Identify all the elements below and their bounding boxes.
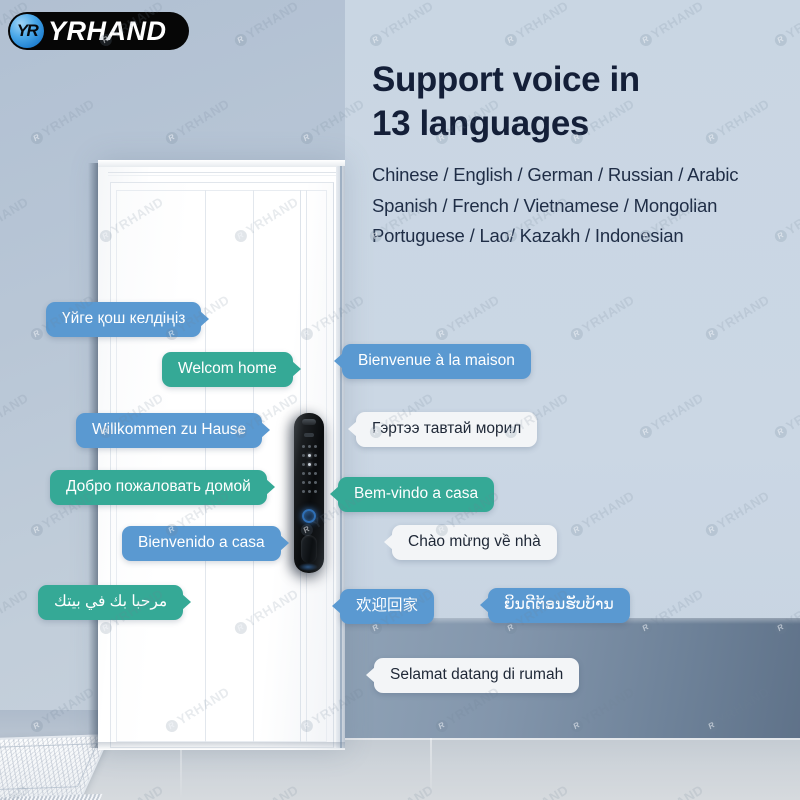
lock-keypad-dot[interactable]	[302, 490, 305, 493]
speech-bubble-vietnamese: Chào mừng về nhà	[392, 525, 557, 560]
speech-bubble-text: ຍິນດີຕ້ອນຮັບບ້ານ	[504, 596, 614, 613]
lock-keypad-dot[interactable]	[308, 472, 311, 475]
door-right-edge-line	[340, 166, 342, 748]
door-stile-2	[253, 190, 254, 742]
speech-bubble-text: Bienvenue à la maison	[358, 352, 515, 369]
lock-keypad-dot[interactable]	[314, 481, 317, 484]
brand-logo: YR YRHAND	[8, 12, 189, 50]
speech-bubble-english: Welcom home	[162, 352, 293, 387]
lock-keypad-dot[interactable]	[314, 454, 317, 457]
lock-keypad-dot[interactable]	[308, 481, 311, 484]
speech-bubble-russian: Добро пожаловать домой	[50, 470, 267, 505]
page-title: Support voice in 13 languages	[372, 58, 782, 146]
lock-fingerprint-sensor-icon[interactable]	[304, 433, 314, 437]
lock-keypad-dot[interactable]	[308, 454, 311, 457]
speech-bubble-indonesian: Selamat datang di rumah	[374, 658, 580, 693]
door-lintel	[108, 172, 336, 176]
lock-keypad-dot[interactable]	[314, 472, 317, 475]
speech-bubble-kazakh: Үйге қош келдіңіз	[46, 302, 202, 337]
lock-keypad-dot[interactable]	[308, 463, 311, 466]
door-bottom-shadow	[98, 742, 345, 750]
lock-keypad-dot[interactable]	[302, 454, 305, 457]
speech-bubble-text: Добро пожаловать домой	[66, 478, 251, 495]
headline-line-1: Support voice in	[372, 60, 640, 99]
speech-bubble-arabic: مرحبا بك في بيتك	[38, 585, 184, 620]
lock-top-notch-icon	[302, 419, 316, 425]
speech-bubble-mongolian: Гэртээ тавтай морил	[356, 412, 538, 447]
speech-bubble-chinese: 欢迎回家	[340, 589, 435, 624]
language-list-row-1: Chinese / English / German / Russian / A…	[372, 164, 739, 185]
lock-keypad-dot[interactable]	[314, 490, 317, 493]
lock-keypad-dot[interactable]	[302, 472, 305, 475]
speech-bubble-text: مرحبا بك في بيتك	[54, 593, 168, 610]
speech-bubble-lao: ຍິນດີຕ້ອນຮັບບ້ານ	[488, 588, 630, 623]
language-list: Chinese / English / German / Russian / A…	[372, 160, 792, 252]
speech-bubble-text: Үйге қош келдіңіз	[62, 310, 186, 327]
lock-keypad-dot[interactable]	[302, 445, 305, 448]
speech-bubble-text: Willkommen zu Hause	[92, 421, 247, 438]
speech-bubble-text: Welcom home	[178, 360, 277, 377]
lock-power-ring-icon[interactable]	[302, 509, 316, 523]
brand-logo-badge-icon: YR	[10, 14, 44, 48]
lock-keypad-dot[interactable]	[308, 490, 311, 493]
headline-line-2: 13 languages	[372, 104, 589, 144]
brand-logo-monogram: YR	[16, 21, 39, 40]
language-list-row-2: Spanish / French / Vietnamese / Mongolia…	[372, 194, 718, 216]
speech-bubble-text: Chào mừng về nhà	[408, 533, 541, 550]
lock-keypad-dot[interactable]	[302, 481, 305, 484]
speech-bubble-text: Bienvenido a casa	[138, 534, 265, 551]
language-list-row-3: Portuguese / Lao/ Kazakh / Indonesian	[372, 225, 684, 247]
door-stile-1	[205, 190, 206, 742]
floor-seam-2	[430, 738, 432, 800]
speech-bubble-portuguese: Bem-vindo a casa	[338, 477, 495, 512]
lock-keypad-dot[interactable]	[308, 445, 311, 448]
lock-keypad-dot[interactable]	[314, 445, 317, 448]
lock-keypad-dot[interactable]	[302, 463, 305, 466]
lock-glow	[298, 563, 318, 571]
lock-handle[interactable]	[301, 535, 317, 563]
speech-bubble-text: Selamat datang di rumah	[390, 666, 564, 683]
speech-bubble-text: 欢迎回家	[356, 597, 419, 614]
smart-door-lock[interactable]	[294, 413, 324, 573]
speech-bubble-french: Bienvenue à la maison	[342, 344, 531, 379]
speech-bubble-text: Гэртээ тавтай морил	[372, 420, 522, 437]
speech-bubble-text: Bem-vindo a casa	[354, 485, 479, 502]
brand-logo-text: YRHAND	[48, 15, 167, 46]
speech-bubble-german: Willkommen zu Hause	[76, 413, 263, 448]
lock-keypad[interactable]	[294, 443, 324, 501]
speech-bubble-spanish: Bienvenido a casa	[122, 526, 281, 561]
door-frame-top	[98, 160, 345, 167]
lock-keypad-dot[interactable]	[314, 463, 317, 466]
